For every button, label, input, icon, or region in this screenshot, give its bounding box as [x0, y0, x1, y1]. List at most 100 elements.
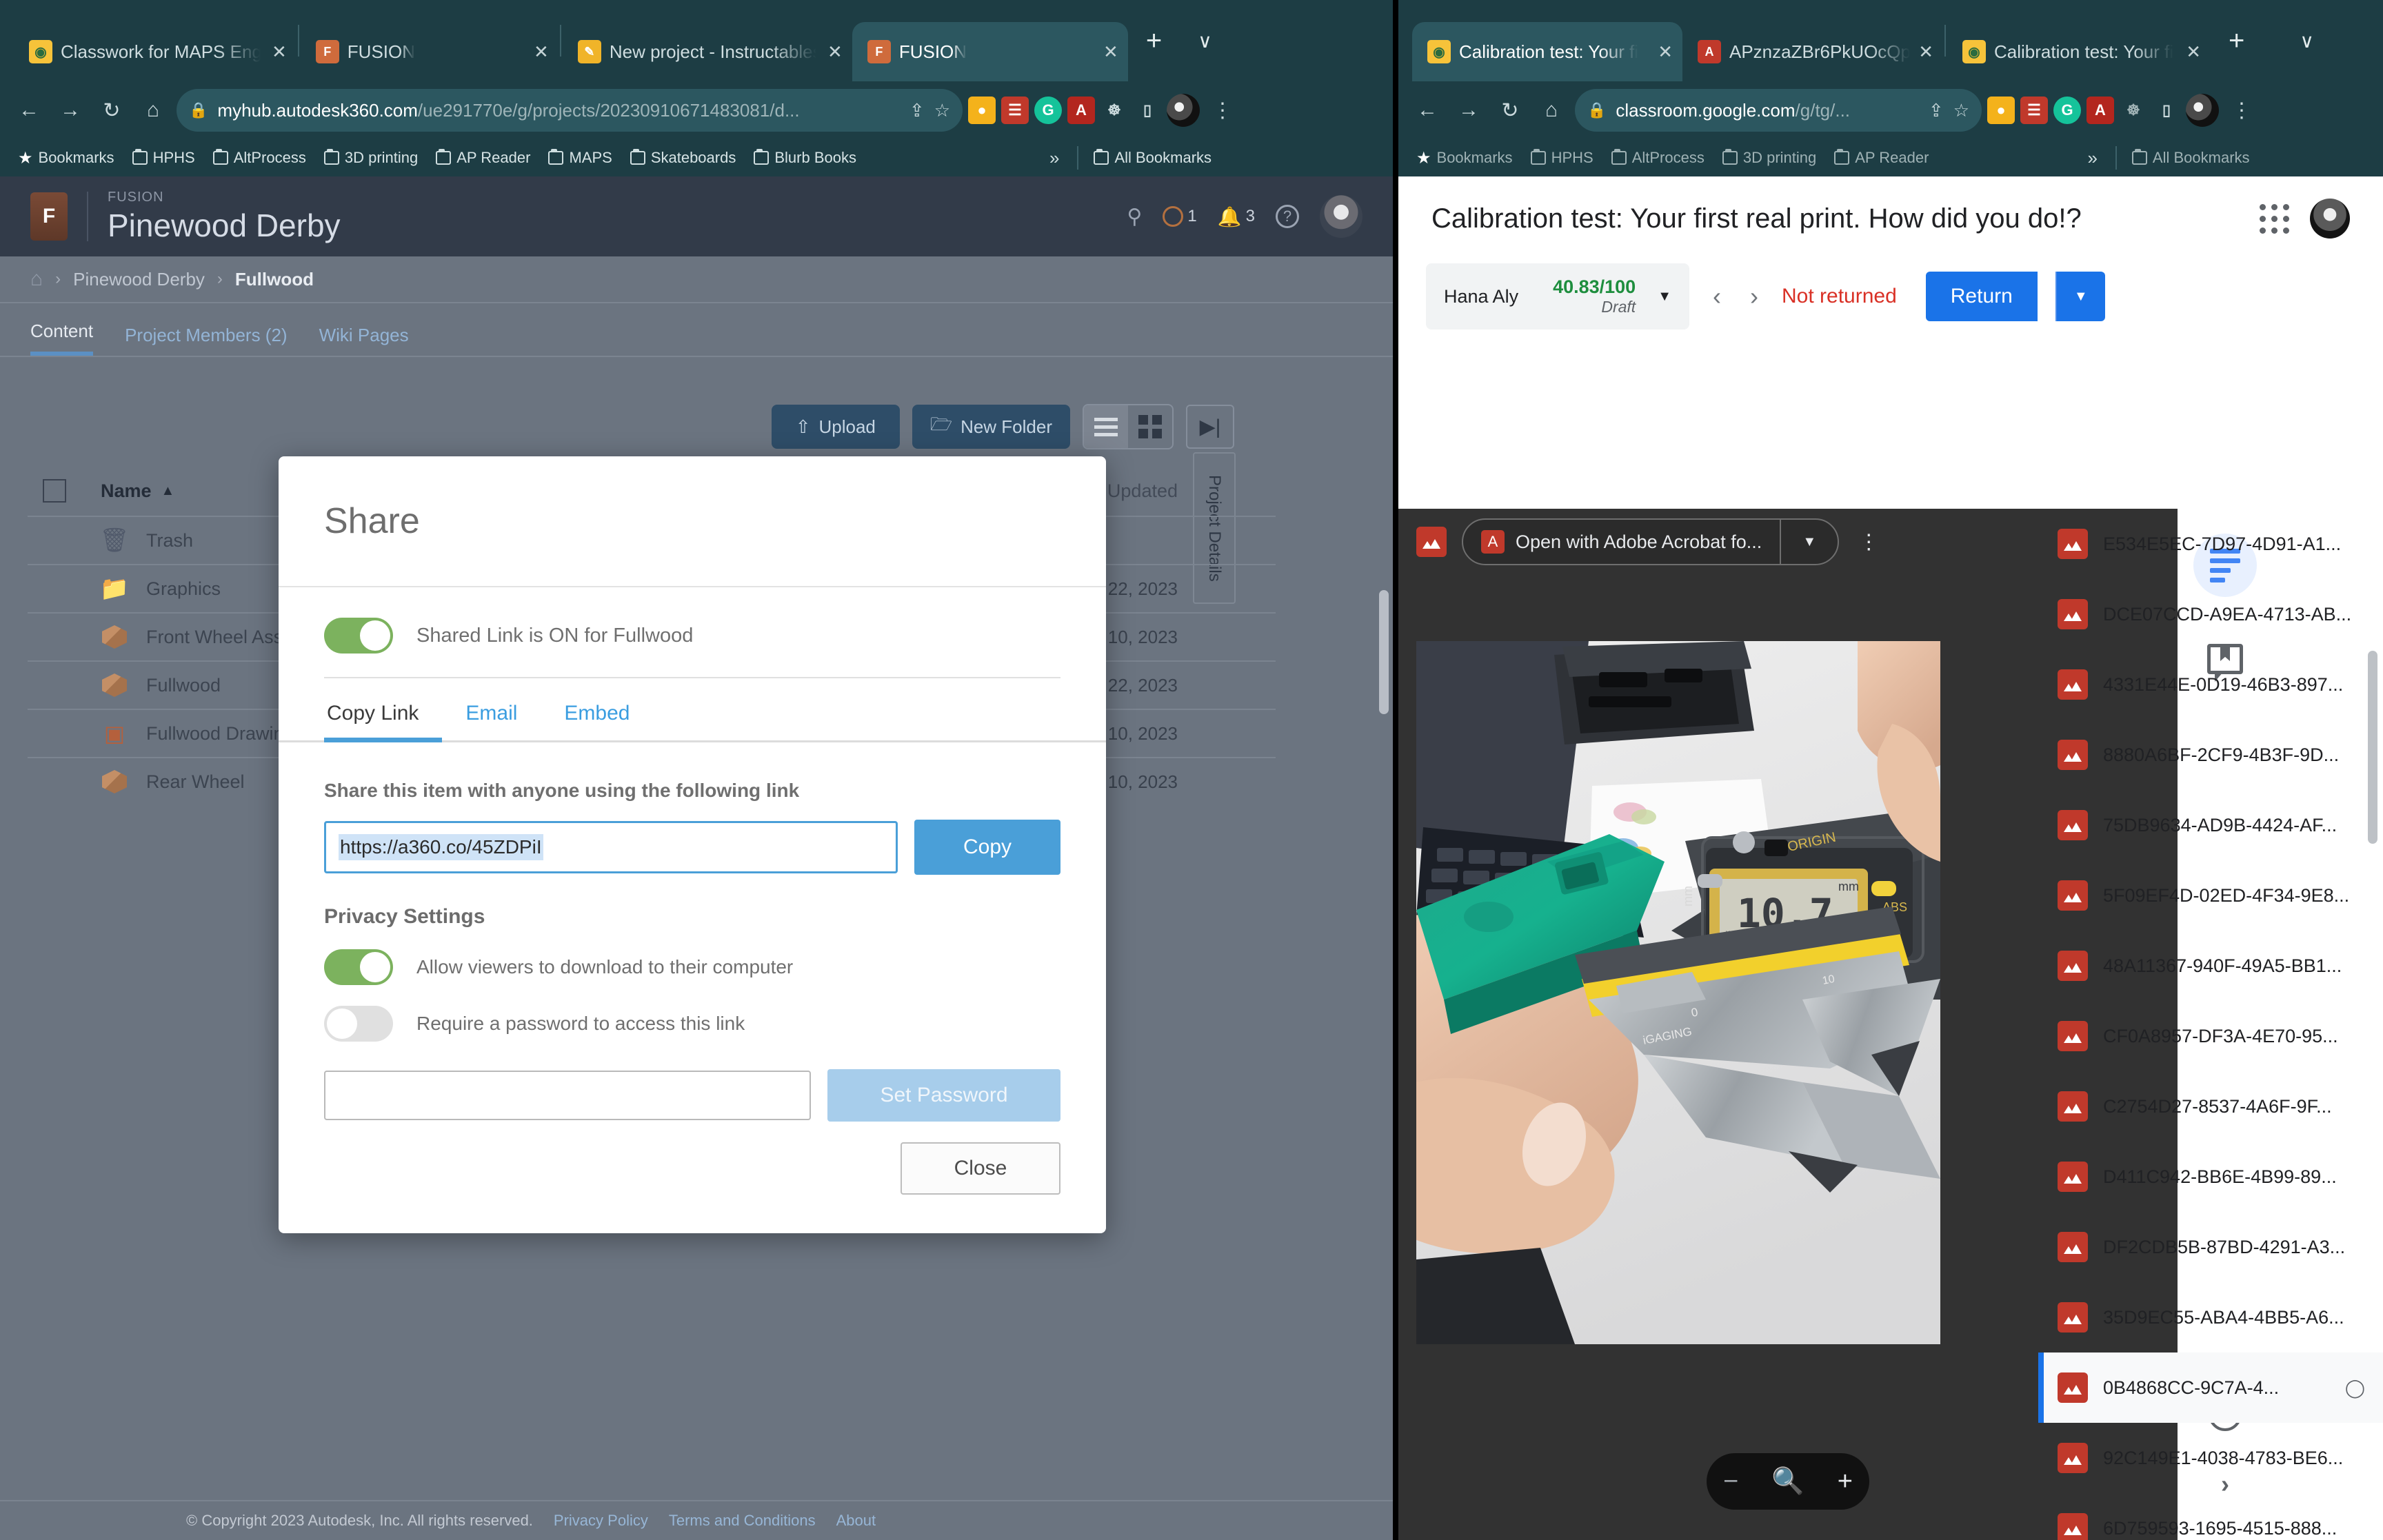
extension-yellow-icon[interactable]: ●	[968, 97, 996, 124]
zoom-in-button[interactable]: +	[1838, 1467, 1853, 1497]
list-item[interactable]: DCE07CCD-A9EA-4713-AB...	[2038, 579, 2383, 649]
bookmarks-overflow-button[interactable]: »	[1040, 148, 1069, 169]
list-item[interactable]: 48A11367-940F-49A5-BB1...	[2038, 931, 2383, 1001]
bookmark-bookmarks[interactable]: ★ Bookmarks	[11, 145, 121, 171]
bookmark-hphs[interactable]: HPHS	[125, 146, 202, 170]
extension-yellow-icon[interactable]: ●	[1987, 97, 2015, 124]
reload-button[interactable]: ↻	[94, 92, 130, 128]
page-scrollbar[interactable]	[1379, 590, 1389, 714]
privacy-policy-link[interactable]: Privacy Policy	[554, 1512, 648, 1530]
share-link-input[interactable]: https://a360.co/45ZDPiI	[324, 821, 898, 873]
bookmark-hphs[interactable]: HPHS	[1524, 146, 1600, 170]
student-grade-chip[interactable]: Hana Aly 40.83/100 Draft ▼	[1426, 263, 1689, 330]
share-icon[interactable]: ⇪	[909, 100, 925, 121]
tab-embed[interactable]: Embed	[541, 702, 653, 740]
previous-student-button[interactable]: ‹	[1707, 282, 1727, 311]
close-icon[interactable]: ✕	[1658, 43, 1673, 61]
back-button[interactable]: ←	[1409, 92, 1445, 128]
grammarly-icon[interactable]: G	[2053, 97, 2081, 124]
tab-pdf-attachment[interactable]: A APznzaZBr6PkUOcQpu ✕	[1682, 22, 1943, 81]
bookmarks-overflow-button[interactable]: »	[2078, 148, 2107, 169]
return-button[interactable]: Return	[1925, 272, 2038, 321]
set-password-button[interactable]: Set Password	[827, 1069, 1060, 1122]
puzzle-icon[interactable]: ☸	[1100, 97, 1128, 124]
tab-content[interactable]: Content	[30, 321, 94, 356]
bookmark-star-icon[interactable]: ☆	[934, 100, 950, 121]
list-item[interactable]: 8880A6BF-2CF9-4B3F-9D...	[2038, 720, 2383, 790]
device-icon[interactable]: ▯	[2153, 97, 2180, 124]
list-item[interactable]: 5F09EF4D-02ED-4F34-9E8...	[2038, 860, 2383, 931]
password-input[interactable]	[324, 1071, 811, 1120]
tab-classwork-maps[interactable]: ◉ Classwork for MAPS Engine ✕	[14, 22, 296, 81]
close-icon[interactable]: ✕	[1103, 43, 1118, 61]
avatar[interactable]	[1167, 94, 1200, 127]
tab-email[interactable]: Email	[442, 702, 541, 740]
notifications-button[interactable]: 🔔 3	[1218, 205, 1255, 228]
puzzle-icon[interactable]: ☸	[2120, 97, 2147, 124]
tab-fusion-2-active[interactable]: F FUSION ✕	[852, 22, 1128, 81]
breadcrumb-item-project[interactable]: Pinewood Derby	[73, 269, 205, 290]
recent-activity-button[interactable]: 1	[1163, 206, 1197, 227]
select-all-checkbox[interactable]	[43, 479, 66, 503]
open-with-button[interactable]: A Open with Adobe Acrobat fo...	[1463, 530, 1780, 554]
column-header-name[interactable]: Name	[101, 480, 152, 502]
list-item[interactable]: 6D759593-1695-4515-888...	[2038, 1493, 2383, 1540]
list-item[interactable]: DF2CDB5B-87BD-4291-A3...	[2038, 1212, 2383, 1282]
terms-link[interactable]: Terms and Conditions	[669, 1512, 816, 1530]
adobe-acrobat-icon[interactable]: A	[2087, 97, 2114, 124]
list-item[interactable]: 92C149E1-4038-4783-BE6...	[2038, 1423, 2383, 1493]
about-link[interactable]: About	[836, 1512, 876, 1530]
close-icon[interactable]: ✕	[827, 43, 843, 61]
apps-grid-icon[interactable]	[2260, 203, 2289, 234]
copy-button[interactable]: Copy	[914, 820, 1060, 875]
help-icon[interactable]: ?	[1276, 205, 1299, 228]
require-password-toggle[interactable]	[324, 1006, 393, 1042]
bookmark-star-icon[interactable]: ☆	[1953, 100, 1969, 121]
list-item[interactable]: D411C942-BB6E-4B99-89...	[2038, 1142, 2383, 1212]
shared-link-toggle[interactable]	[324, 618, 393, 654]
share-icon[interactable]: ⇪	[1929, 100, 1944, 121]
home-button[interactable]: ⌂	[135, 92, 171, 128]
allow-download-toggle[interactable]	[324, 949, 393, 985]
next-student-button[interactable]: ›	[1744, 282, 1764, 311]
list-item[interactable]: CF0A8957-DF3A-4E70-95...	[2038, 1001, 2383, 1071]
avatar[interactable]	[2186, 94, 2219, 127]
bookmark-skateboards[interactable]: Skateboards	[623, 146, 743, 170]
bookmark-3d-printing[interactable]: 3D printing	[317, 146, 425, 170]
list-view-icon[interactable]	[1084, 405, 1128, 448]
new-folder-button[interactable]: 🗁 New Folder	[912, 405, 1070, 449]
back-button[interactable]: ←	[11, 92, 47, 128]
list-item[interactable]: E534E5EC-7D97-4D91-A1...	[2038, 509, 2383, 579]
chrome-menu-button[interactable]: ⋮	[1205, 99, 1240, 123]
bookmark-ap-reader[interactable]: AP Reader	[1827, 146, 1935, 170]
close-button[interactable]: Close	[901, 1142, 1060, 1195]
grammarly-icon[interactable]: G	[1034, 97, 1062, 124]
list-item[interactable]: 35D9EC55-ABA4-4BB5-A6...	[2038, 1282, 2383, 1352]
upload-button[interactable]: ⇧ Upload	[771, 405, 900, 449]
bookmark-ap-reader[interactable]: AP Reader	[429, 146, 537, 170]
close-icon[interactable]: ✕	[272, 43, 287, 61]
zoom-out-button[interactable]: −	[1723, 1467, 1738, 1497]
home-button[interactable]: ⌂	[1534, 92, 1569, 128]
bookmark-all-bookmarks[interactable]: All Bookmarks	[1087, 146, 1218, 170]
address-bar[interactable]: 🔒 classroom.google.com/g/tg/... ⇪ ☆	[1575, 89, 1982, 132]
bookmark-blurb-books[interactable]: Blurb Books	[747, 146, 863, 170]
list-item[interactable]: 75DB9634-AD9B-4424-AF...	[2038, 790, 2383, 860]
close-icon[interactable]: ✕	[1918, 43, 1933, 61]
bookmark-bookmarks[interactable]: ★ Bookmarks	[1409, 145, 1520, 171]
bookmark-3d-printing[interactable]: 3D printing	[1716, 146, 1823, 170]
extension-red-icon[interactable]: ☰	[2020, 97, 2048, 124]
address-bar[interactable]: 🔒 myhub.autodesk360.com/ue291770e/g/proj…	[177, 89, 963, 132]
bookmark-altprocess[interactable]: AltProcess	[206, 146, 313, 170]
zoom-magnifier-icon[interactable]: 🔍	[1771, 1466, 1804, 1497]
reload-button[interactable]: ↻	[1492, 92, 1528, 128]
search-icon[interactable]: ⚲	[1127, 205, 1142, 229]
avatar[interactable]	[1320, 195, 1363, 238]
open-in-new-icon[interactable]: ◯	[2345, 1377, 2365, 1399]
bookmark-altprocess[interactable]: AltProcess	[1605, 146, 1711, 170]
close-icon[interactable]: ✕	[534, 43, 549, 61]
tab-search-chevron-icon[interactable]: ∨	[2282, 30, 2332, 52]
avatar[interactable]	[2310, 199, 2350, 239]
bookmark-maps[interactable]: MAPS	[541, 146, 619, 170]
home-icon[interactable]: ⌂	[30, 267, 43, 291]
